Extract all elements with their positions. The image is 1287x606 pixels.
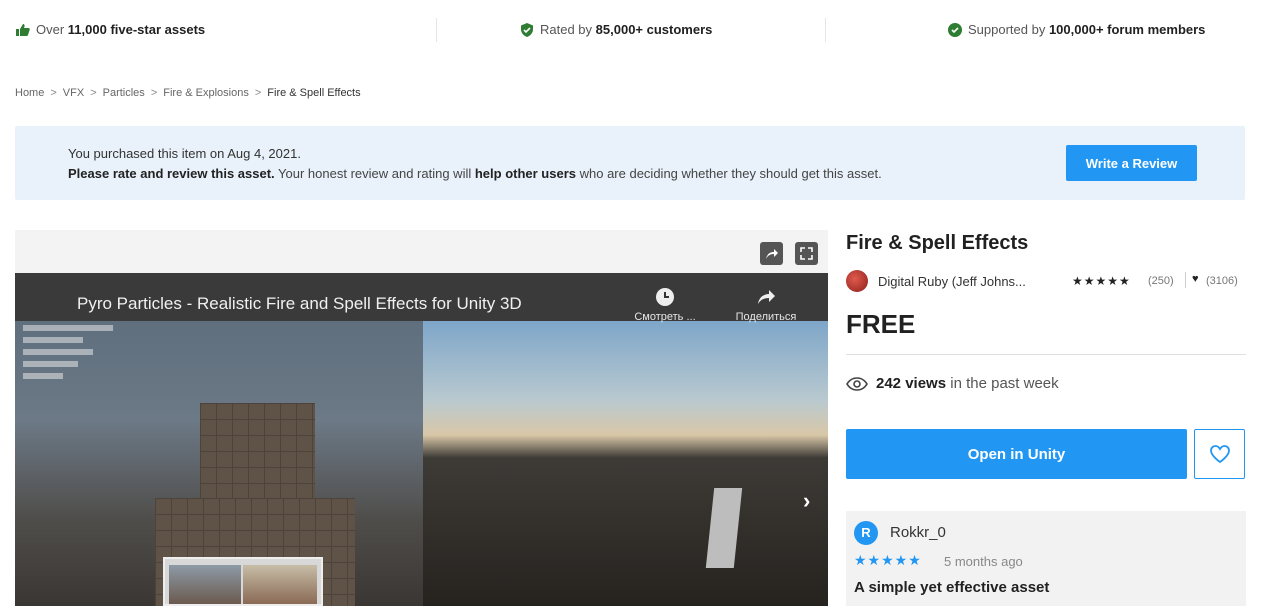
publisher-row: Digital Ruby (Jeff Johns... ★★★★★ (250) … bbox=[846, 270, 1246, 292]
breadcrumb-separator: > bbox=[90, 87, 97, 99]
divider bbox=[436, 18, 437, 42]
trust-five-star-assets: Over 11,000 five-star assets bbox=[16, 22, 205, 37]
views-count: 242 views bbox=[876, 375, 947, 392]
review-stars: ★★★★★ bbox=[854, 552, 922, 568]
trust-bar: Over 11,000 five-star assets Rated by 85… bbox=[0, 0, 1287, 60]
divider bbox=[1185, 272, 1186, 288]
watch-later-button[interactable]: Смотреть ... bbox=[625, 287, 705, 323]
share-arrow-icon bbox=[758, 290, 775, 304]
media-gallery: Pyro Particles - Realistic Fire and Spel… bbox=[15, 230, 828, 606]
review-time: 5 months ago bbox=[944, 554, 1023, 569]
watch-later-label: Смотреть ... bbox=[634, 311, 696, 323]
publisher-link[interactable]: Digital Ruby (Jeff Johns... bbox=[878, 274, 1026, 289]
breadcrumb-separator: > bbox=[150, 87, 158, 99]
trust-rated-by: Rated by 85,000+ customers bbox=[520, 22, 712, 37]
rating-stars: ★★★★★ bbox=[1072, 274, 1131, 288]
review-card: R Rokkr_0 ★★★★★ 5 months ago A simple ye… bbox=[846, 511, 1246, 606]
views-suffix: in the past week bbox=[950, 375, 1059, 392]
publisher-avatar[interactable] bbox=[846, 270, 868, 292]
views-stat: 242 views in the past week bbox=[846, 375, 1059, 392]
divider bbox=[846, 354, 1246, 355]
video-player[interactable]: Pyro Particles - Realistic Fire and Spel… bbox=[15, 273, 828, 606]
purchase-date-text: You purchased this item on Aug 4, 2021. bbox=[68, 146, 301, 161]
video-title[interactable]: Pyro Particles - Realistic Fire and Spel… bbox=[77, 294, 522, 314]
divider bbox=[825, 18, 826, 42]
share-media-button[interactable] bbox=[760, 242, 783, 265]
reviewer-avatar: R bbox=[854, 521, 878, 545]
heart-icon: ♥ bbox=[1192, 273, 1199, 285]
price: FREE bbox=[846, 309, 916, 339]
scene-tower bbox=[200, 403, 315, 503]
breadcrumb-separator: > bbox=[254, 87, 262, 99]
breadcrumb-link-vfx[interactable]: VFX bbox=[63, 87, 84, 99]
video-scene-right bbox=[423, 321, 828, 606]
video-share-button[interactable]: Поделиться bbox=[721, 287, 811, 323]
product-title: Fire & Spell Effects bbox=[846, 232, 1029, 254]
trust-text: Rated by 85,000+ customers bbox=[540, 22, 713, 37]
scene-ui-panel bbox=[23, 325, 113, 425]
video-thumbnail-preview bbox=[163, 557, 323, 606]
trust-supported-by: Supported by 100,000+ forum members bbox=[948, 22, 1205, 37]
breadcrumb-separator: > bbox=[50, 87, 57, 99]
breadcrumb: Home > VFX > Particles > Fire & Explosio… bbox=[15, 87, 361, 99]
breadcrumb-link-home[interactable]: Home bbox=[15, 87, 44, 99]
next-media-arrow[interactable]: › bbox=[803, 488, 810, 514]
breadcrumb-current: Fire & Spell Effects bbox=[267, 87, 361, 99]
share-icon bbox=[766, 249, 778, 259]
check-circle-icon bbox=[948, 22, 962, 37]
rating-count[interactable]: (250) bbox=[1148, 275, 1174, 287]
favorites-count: (3106) bbox=[1206, 275, 1238, 287]
write-review-button[interactable]: Write a Review bbox=[1066, 145, 1197, 181]
share-label: Поделиться bbox=[735, 311, 797, 323]
trust-text: Over 11,000 five-star assets bbox=[36, 22, 206, 37]
review-prompt-text: Please rate and review this asset. Your … bbox=[68, 166, 882, 181]
thumbs-up-icon bbox=[16, 23, 30, 36]
clock-icon bbox=[656, 288, 674, 306]
trust-text: Supported by 100,000+ forum members bbox=[968, 22, 1206, 37]
media-toolbar bbox=[760, 242, 818, 265]
reviewer-name[interactable]: Rokkr_0 bbox=[890, 524, 946, 541]
eye-icon bbox=[846, 376, 868, 391]
fullscreen-button[interactable] bbox=[795, 242, 818, 265]
breadcrumb-link-particles[interactable]: Particles bbox=[103, 87, 145, 99]
purchase-banner: You purchased this item on Aug 4, 2021. … bbox=[15, 126, 1245, 200]
breadcrumb-link-fire-explosions[interactable]: Fire & Explosions bbox=[163, 87, 249, 99]
fullscreen-icon bbox=[800, 247, 813, 260]
shield-check-icon bbox=[521, 22, 533, 37]
heart-outline-icon bbox=[1209, 445, 1230, 463]
add-to-favorites-button[interactable] bbox=[1194, 429, 1245, 479]
open-in-unity-button[interactable]: Open in Unity bbox=[846, 429, 1187, 479]
review-title: A simple yet effective asset bbox=[854, 579, 1050, 596]
